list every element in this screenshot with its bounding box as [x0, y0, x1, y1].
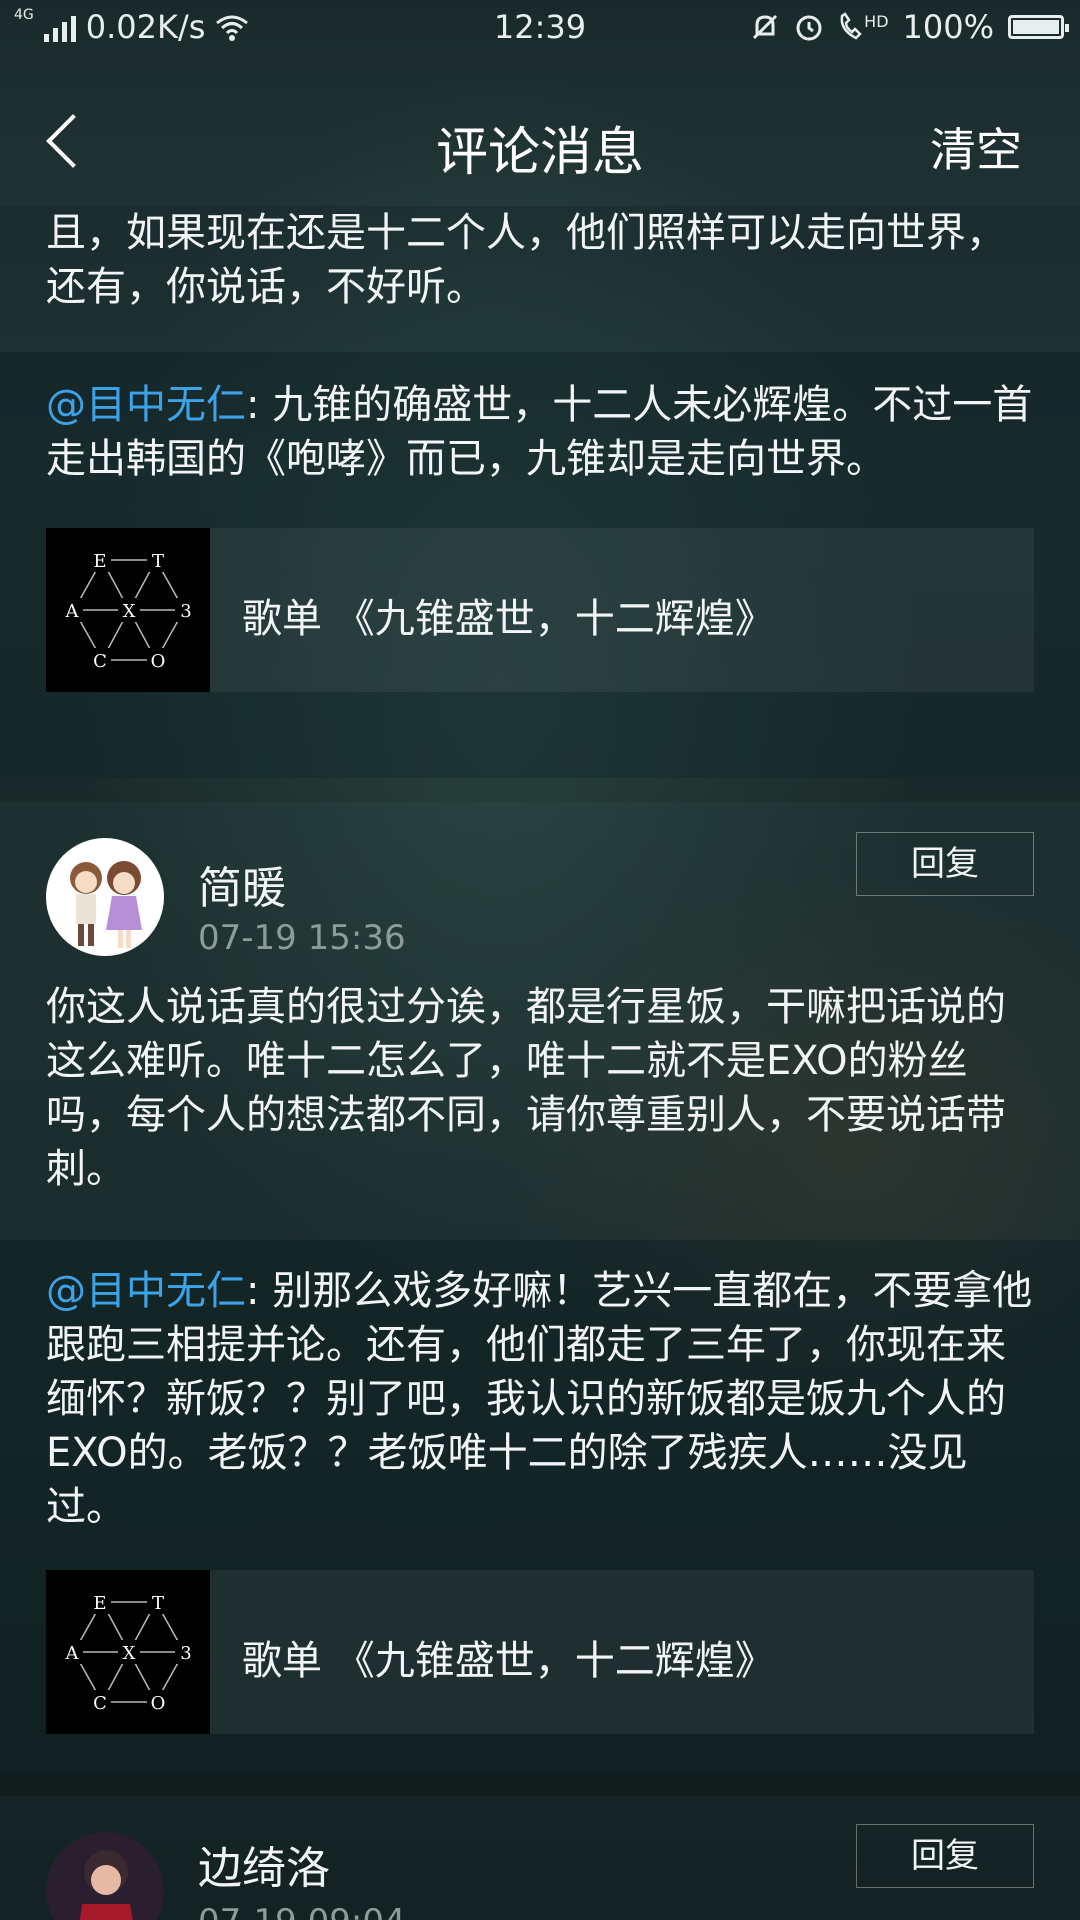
cover-letter: X: [123, 601, 136, 622]
alarm-icon: [796, 15, 822, 41]
avatar[interactable]: [46, 1832, 164, 1920]
comment-card: 简暖 07-19 15:36 回复 你这人说话真的很过分诶，都是行星饭，干嘛把话…: [0, 802, 1080, 1772]
silent-bell-icon: [753, 14, 778, 40]
cover-letter: E: [93, 1593, 106, 1614]
playlist-cover: E T A X 3 C O: [46, 1570, 210, 1734]
playlist-cover: E T A X 3 C O: [46, 528, 210, 692]
comment-card: 且，如果现在还是十二个人，他们照样可以走向世界，还有，你说话，不好听。 @目中无…: [0, 206, 1080, 778]
comment-text: 你这人说话真的很过分诶，都是行星饭，干嘛把话说的这么难听。唯十二怎么了，唯十二就…: [46, 984, 1006, 1192]
playlist-name: 歌单 《九锥盛世，十二辉煌》: [242, 1638, 775, 1684]
status-bar: 4G 0.02K/s 12:39 HD 100%: [0, 0, 1080, 56]
cover-letter: E: [93, 551, 106, 572]
comment-time: 07-19 15:36: [198, 918, 406, 958]
clear-button[interactable]: 清空: [930, 114, 1022, 180]
comment-time: 07-19 09:04: [198, 1902, 406, 1920]
username[interactable]: 边绮洛: [198, 1832, 330, 1896]
cover-letter: T: [152, 551, 164, 572]
divider: [0, 778, 1080, 802]
playlist-card[interactable]: E T A X 3 C O 歌单 《九锥盛世，十二辉煌》: [46, 1570, 1034, 1734]
cover-letter: O: [151, 651, 166, 672]
mention-link[interactable]: @目中无仁: [46, 1268, 246, 1314]
reply-button[interactable]: 回复: [856, 832, 1034, 896]
avatar[interactable]: [46, 838, 164, 956]
quoted-comment-text: @目中无仁: 九锥的确盛世，十二人未必辉煌。不过一首走出韩国的《咆哮》而已，九锥…: [46, 378, 1036, 486]
cover-letter: A: [65, 1643, 80, 1664]
quoted-comment[interactable]: @目中无仁: 别那么戏多好嘛！艺兴一直都在，不要拿他跟跑三相提并论。还有，他们都…: [0, 1240, 1080, 1772]
quoted-comment-text: @目中无仁: 别那么戏多好嘛！艺兴一直都在，不要拿他跟跑三相提并论。还有，他们都…: [46, 1264, 1036, 1534]
divider: [0, 1772, 1080, 1796]
quoted-comment[interactable]: @目中无仁: 九锥的确盛世，十二人未必辉煌。不过一首走出韩国的《咆哮》而已，九锥…: [0, 352, 1080, 778]
cover-letter: C: [93, 651, 107, 672]
hd-call-icon: HD: [838, 12, 889, 42]
cover-letter: X: [123, 1643, 136, 1664]
hd-label: HD: [864, 12, 889, 31]
mention-link[interactable]: @目中无仁: [46, 382, 246, 428]
username[interactable]: 简暖: [198, 852, 286, 916]
battery-percent: 100%: [902, 8, 994, 46]
cover-letter: A: [65, 601, 80, 622]
battery-icon: [1008, 15, 1069, 39]
playlist-name: 歌单 《九锥盛世，十二辉煌》: [242, 596, 775, 642]
cover-letter: T: [152, 1593, 164, 1614]
cover-letter: C: [93, 1693, 107, 1714]
cover-letter: 3: [180, 1643, 191, 1664]
cover-letter: 3: [180, 601, 191, 622]
reply-button[interactable]: 回复: [856, 1824, 1034, 1888]
cover-letter: O: [151, 1693, 166, 1714]
top-bar: 评论消息 清空: [0, 56, 1080, 206]
playlist-card[interactable]: E T A X 3 C O 歌单 《九锥盛世，十二辉煌》: [46, 528, 1034, 692]
comment-text: 且，如果现在还是十二个人，他们照样可以走向世界，还有，你说话，不好听。: [46, 210, 1006, 310]
comment-card: 边绮洛 07-19 09:04 回复: [0, 1796, 1080, 1920]
page-title: 评论消息: [435, 123, 644, 183]
